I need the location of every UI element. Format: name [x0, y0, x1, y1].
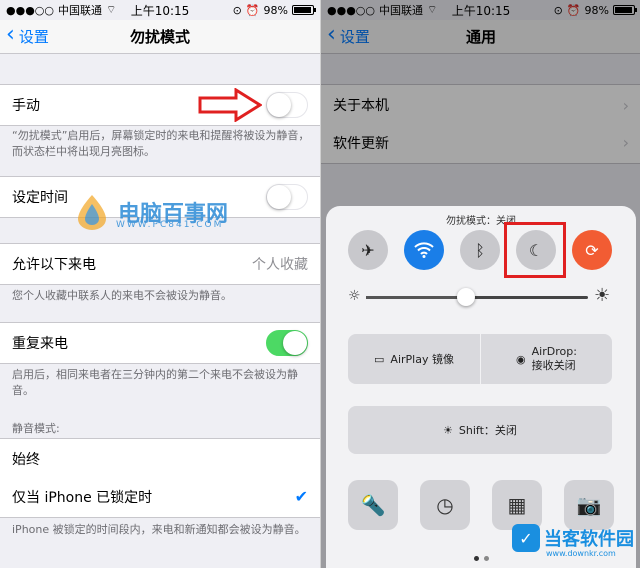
airplay-button[interactable]: ▭ AirPlay 镜像 — [348, 334, 480, 384]
dnd-highlight-box — [504, 222, 566, 278]
calculator-icon: ▦ — [507, 493, 527, 517]
airdrop-label: AirDrop: 接收关闭 — [532, 345, 577, 373]
calculator-button[interactable]: ▦ — [492, 480, 542, 530]
brightness-thumb[interactable] — [456, 288, 475, 306]
control-center-sheet: 勿扰模式：关闭 ✈ ᛒ ☾ ⟳ ☼ ☀ ▭ AirPlay 镜像 ◉ AirDr… — [326, 206, 636, 568]
allow-calls-value: 个人收藏 — [252, 257, 308, 273]
brightness-high-icon: ☀ — [594, 285, 611, 306]
allow-calls-label: 允许以下来电 — [12, 257, 96, 273]
downkr-logo: ✓ 当客软件园 www.downkr.com — [512, 524, 634, 558]
page-dot — [474, 556, 479, 561]
bluetooth-icon: ᛒ — [475, 240, 485, 260]
switch-knob — [283, 331, 307, 355]
repeated-calls-label: 重复来电 — [12, 336, 68, 352]
page-indicator — [474, 556, 489, 561]
downkr-logo-text: 当客软件园 — [544, 529, 634, 550]
airplay-label: AirPlay 镜像 — [390, 353, 454, 366]
camera-button[interactable]: 📷 — [564, 480, 614, 530]
allow-calls-cell[interactable]: 允许以下来电 个人收藏 — [0, 243, 320, 285]
back-button[interactable]: ‹ 设置 — [6, 22, 49, 47]
watermark-sub: WWW.PC841.COM — [116, 220, 224, 230]
silence-always-label: 始终 — [12, 452, 40, 468]
rotation-lock-toggle[interactable]: ⟳ — [572, 230, 612, 270]
battery-icon — [292, 5, 316, 15]
manual-switch[interactable] — [266, 92, 308, 118]
downkr-logo-sub: www.downkr.com — [546, 549, 616, 558]
dnd-settings-screen: ●●●○○ 中国联通 ⌔ 上午10:15 ⊙ ⏰ 98% ‹ 设置 勿扰模式 手… — [0, 0, 320, 568]
brightness-fill — [366, 296, 466, 299]
airplane-icon: ✈ — [361, 240, 375, 260]
allow-calls-footer: 您个人收藏中联系人的来电不会被设为静音。 — [12, 289, 232, 302]
airdrop-line1: AirDrop: — [531, 345, 577, 358]
rotation-lock-icon: ⟳ — [585, 240, 599, 260]
night-shift-label: Shift：关闭 — [458, 424, 517, 437]
airdrop-button[interactable]: ◉ AirDrop: 接收关闭 — [481, 334, 612, 384]
clock: 上午10:15 — [130, 3, 190, 18]
night-shift-button[interactable]: ☀ Shift：关闭 — [348, 406, 612, 454]
repeated-calls-cell[interactable]: 重复来电 — [0, 322, 320, 364]
switch-knob — [267, 93, 291, 117]
night-shift-icon: ☀ — [443, 423, 453, 437]
silence-locked-cell[interactable]: 仅当 iPhone 已锁定时 ✔ — [0, 476, 320, 518]
red-arrow-annotation — [198, 88, 262, 122]
timer-button[interactable]: ◷ — [420, 480, 470, 530]
silence-section-header: 静音模式: — [12, 422, 60, 435]
manual-cell[interactable]: 手动 — [0, 84, 320, 126]
repeated-calls-switch[interactable] — [266, 330, 308, 356]
brightness-slider[interactable] — [366, 288, 588, 306]
flashlight-icon: 🔦 — [360, 493, 386, 517]
airdrop-icon: ◉ — [516, 352, 526, 366]
downkr-logo-icon: ✓ — [512, 524, 540, 552]
scheduled-switch[interactable] — [266, 184, 308, 210]
manual-footer: “勿扰模式”启用后，屏幕锁定时的来电和提醒将被设为静音，而状态栏中将出现月亮图标… — [12, 129, 310, 158]
switch-knob — [267, 185, 291, 209]
watermark-pc841: 电脑百事网 WWW.PC841.COM — [72, 192, 228, 232]
brightness-low-icon: ☼ — [348, 288, 361, 304]
camera-icon: 📷 — [576, 493, 602, 517]
repeated-calls-footer: 启用后，相同来电者在三分钟内的第二个来电不会被设为静音。 — [12, 368, 298, 397]
wifi-toggle[interactable] — [404, 230, 444, 270]
flashlight-button[interactable]: 🔦 — [348, 480, 398, 530]
silence-locked-footer: iPhone 被锁定的时间段内，来电和新通知都会被设为静音。 — [12, 523, 306, 536]
silence-always-cell[interactable]: 始终 — [0, 438, 320, 480]
checkmark-icon: ✔ — [294, 487, 308, 506]
back-label: 设置 — [18, 28, 49, 46]
dnd-status-title: 勿扰模式：关闭 — [446, 216, 516, 227]
timer-icon: ◷ — [436, 493, 454, 517]
nav-bar: ‹ 设置 勿扰模式 — [0, 20, 320, 54]
silence-locked-label: 仅当 iPhone 已锁定时 — [12, 489, 153, 506]
status-bar: ●●●○○ 中国联通 ⌔ 上午10:15 ⊙ ⏰ 98% — [0, 0, 320, 20]
airdrop-line2: 接收关闭 — [531, 359, 576, 372]
watermark-logo-icon — [78, 195, 106, 230]
airplay-icon: ▭ — [374, 352, 385, 366]
airplane-mode-toggle[interactable]: ✈ — [348, 230, 388, 270]
bluetooth-toggle[interactable]: ᛒ — [460, 230, 500, 270]
chevron-left-icon: ‹ — [6, 22, 15, 47]
page-dot — [484, 556, 489, 561]
wifi-icon — [414, 242, 434, 258]
